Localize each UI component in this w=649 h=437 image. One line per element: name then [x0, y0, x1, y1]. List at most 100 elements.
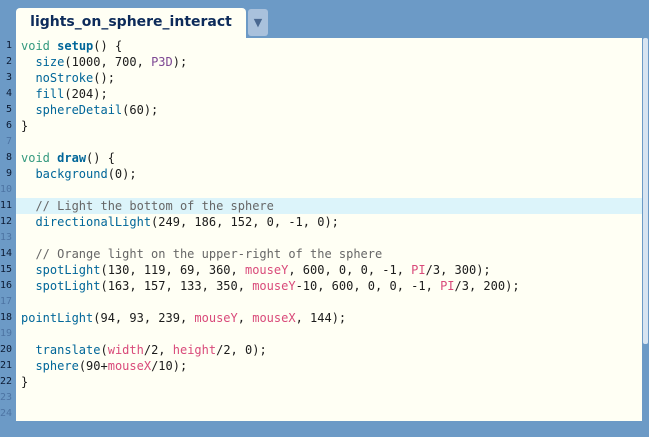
- code-token: sphereDetail: [35, 103, 123, 117]
- code-line[interactable]: 7: [0, 134, 649, 150]
- code-line[interactable]: 20 translate(width/2, height/2, 0);: [0, 342, 649, 358]
- line-number: 12: [0, 216, 13, 227]
- code-text[interactable]: fill(204);: [21, 86, 108, 102]
- code-token: (163, 157, 133, 350,: [100, 279, 253, 293]
- line-number: 23: [0, 392, 13, 403]
- code-line[interactable]: 16 spotLight(163, 157, 133, 350, mouseY-…: [0, 278, 649, 294]
- line-number: 9: [5, 168, 12, 179]
- code-text[interactable]: void setup() {: [21, 38, 122, 54]
- line-number: 15: [0, 264, 13, 275]
- line-number: 22: [0, 376, 13, 387]
- code-token: translate: [35, 343, 101, 357]
- code-text[interactable]: spotLight(130, 119, 69, 360, mouseY, 600…: [21, 262, 491, 278]
- line-number: 14: [0, 248, 13, 259]
- code-token: void: [21, 39, 50, 53]
- code-text[interactable]: // Orange light on the upper-right of th…: [21, 246, 382, 262]
- line-number: 11: [0, 200, 13, 211]
- code-line[interactable]: 4 fill(204);: [0, 86, 649, 102]
- code-token: setup: [57, 39, 94, 53]
- code-token: mouseX: [107, 359, 152, 373]
- dropdown-arrow-icon[interactable]: ▼: [248, 9, 268, 36]
- line-number: 17: [0, 296, 13, 307]
- code-line[interactable]: 9 background(0);: [0, 166, 649, 182]
- code-text[interactable]: background(0);: [21, 166, 137, 182]
- code-token: background: [35, 167, 108, 181]
- code-line-background: [16, 294, 642, 310]
- code-line[interactable]: 15 spotLight(130, 119, 69, 360, mouseY, …: [0, 262, 649, 278]
- code-line[interactable]: 24: [0, 406, 649, 422]
- code-line[interactable]: 18 pointLight(94, 93, 239, mouseY, mouseX…: [0, 310, 649, 326]
- code-line[interactable]: 2 size(1000, 700, P3D);: [0, 54, 649, 70]
- code-token: (130, 119, 69, 360,: [100, 263, 245, 277]
- line-number: 5: [5, 104, 12, 115]
- code-token: noStroke: [35, 71, 94, 85]
- line-number: 18: [0, 312, 13, 323]
- code-text[interactable]: // Light the bottom of the sphere: [21, 198, 273, 214]
- code-token: ,: [237, 311, 253, 325]
- code-token: ();: [93, 71, 115, 85]
- code-token: () {: [93, 39, 123, 53]
- code-line[interactable]: 11 // Light the bottom of the sphere: [0, 198, 649, 214]
- code-token: -10, 600, 0, 0, -1,: [295, 279, 441, 293]
- code-token: , 144);: [295, 311, 347, 325]
- line-number: 8: [5, 152, 12, 163]
- line-number: 7: [5, 136, 12, 147]
- code-line[interactable]: 8 void draw() {: [0, 150, 649, 166]
- code-line[interactable]: 21 sphere(90+mouseX/10);: [0, 358, 649, 374]
- code-text[interactable]: size(1000, 700, P3D);: [21, 54, 187, 70]
- code-token: mouseY: [194, 311, 238, 325]
- code-token: pointLight: [21, 311, 94, 325]
- code-line[interactable]: 3 noStroke();: [0, 70, 649, 86]
- line-number: 16: [0, 280, 13, 291]
- code-token: width: [107, 343, 144, 357]
- code-line[interactable]: 10: [0, 182, 649, 198]
- code-token: (204);: [64, 87, 108, 101]
- code-line[interactable]: 6}: [0, 118, 649, 134]
- code-text[interactable]: }: [21, 118, 28, 134]
- code-token: mouseX: [252, 311, 296, 325]
- code-token: (: [100, 343, 108, 357]
- code-token: (60);: [122, 103, 159, 117]
- code-token: mouseY: [252, 279, 296, 293]
- code-line-background: [16, 230, 642, 246]
- code-token: (94, 93, 239,: [93, 311, 195, 325]
- code-line[interactable]: 12 directionalLight(249, 186, 152, 0, -1…: [0, 214, 649, 230]
- line-number: 1: [5, 40, 12, 51]
- code-line-background: [16, 374, 642, 390]
- code-line-background: [16, 406, 642, 422]
- code-line[interactable]: 22}: [0, 374, 649, 390]
- code-text[interactable]: translate(width/2, height/2, 0);: [21, 342, 266, 358]
- code-text[interactable]: spotLight(163, 157, 133, 350, mouseY-10,…: [21, 278, 519, 294]
- code-text[interactable]: pointLight(94, 93, 239, mouseY, mouseX, …: [21, 310, 346, 326]
- code-line-background: [16, 326, 642, 342]
- code-text[interactable]: }: [21, 374, 28, 390]
- code-token: void: [21, 151, 50, 165]
- code-token: () {: [86, 151, 115, 165]
- code-line[interactable]: 5 sphereDetail(60);: [0, 102, 649, 118]
- code-line-background: [16, 86, 642, 102]
- code-line[interactable]: 23: [0, 390, 649, 406]
- code-token: }: [21, 375, 29, 389]
- line-number: 10: [0, 184, 13, 195]
- code-line[interactable]: 19: [0, 326, 649, 342]
- code-text[interactable]: sphere(90+mouseX/10);: [21, 358, 187, 374]
- tab-lights-on-sphere-interact[interactable]: lights_on_sphere_interact: [16, 8, 246, 38]
- code-token: (0);: [107, 167, 137, 181]
- code-token: /3, 300);: [425, 263, 491, 277]
- code-line[interactable]: 1 void setup() {: [0, 38, 649, 54]
- code-line[interactable]: 13: [0, 230, 649, 246]
- code-text[interactable]: noStroke();: [21, 70, 115, 86]
- code-text[interactable]: directionalLight(249, 186, 152, 0, -1, 0…: [21, 214, 338, 230]
- code-token: size: [35, 55, 65, 69]
- code-token: sphere: [35, 359, 79, 373]
- code-text[interactable]: sphereDetail(60);: [21, 102, 158, 118]
- code-line[interactable]: 17: [0, 294, 649, 310]
- code-text[interactable]: void draw() {: [21, 150, 115, 166]
- code-token: // Orange light on the upper-right of th…: [35, 247, 383, 261]
- code-token: fill: [35, 87, 65, 101]
- code-line[interactable]: 14 // Orange light on the upper-right of…: [0, 246, 649, 262]
